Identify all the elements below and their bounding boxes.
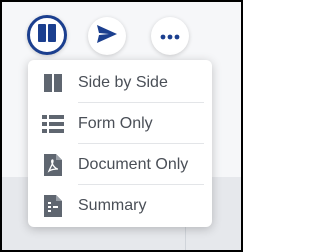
more-horizontal-icon	[160, 27, 180, 45]
pdf-document-icon	[42, 153, 64, 176]
view-mode-button[interactable]	[27, 15, 67, 55]
menu-item-side-by-side[interactable]: Side by Side	[28, 62, 212, 103]
form-list-icon	[42, 113, 64, 135]
more-options-button[interactable]	[151, 17, 189, 55]
menu-item-form-only[interactable]: Form Only	[28, 103, 212, 144]
summary-document-icon	[42, 194, 64, 217]
menu-item-label: Form Only	[78, 114, 153, 132]
view-mode-menu: Side by Side Form Only Document Only Sum…	[28, 60, 212, 227]
side-by-side-icon	[42, 72, 64, 94]
send-button[interactable]	[88, 17, 126, 55]
send-icon	[96, 24, 118, 49]
menu-item-summary[interactable]: Summary	[28, 185, 212, 226]
menu-item-label: Summary	[78, 196, 147, 214]
side-by-side-icon	[37, 23, 57, 48]
view-mode-popup-frame: Side by Side Form Only Document Only Sum…	[0, 0, 243, 252]
menu-item-document-only[interactable]: Document Only	[28, 144, 212, 185]
menu-item-label: Document Only	[78, 155, 189, 173]
menu-item-label: Side by Side	[78, 73, 168, 91]
